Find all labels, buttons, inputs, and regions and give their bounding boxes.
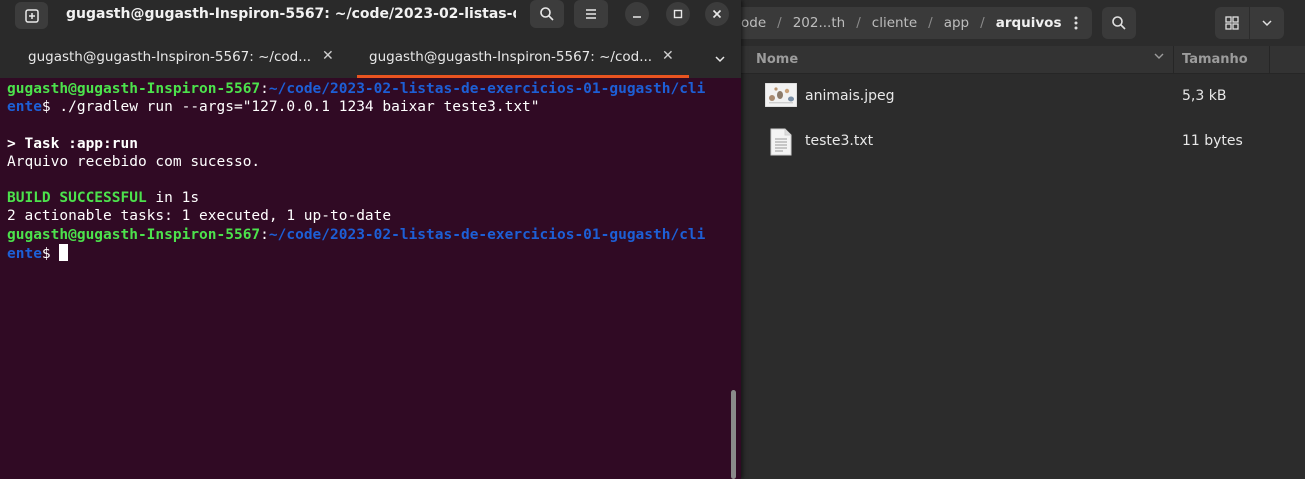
breadcrumb-separator: / bbox=[980, 15, 985, 31]
image-thumbnail-icon bbox=[764, 82, 798, 111]
text-file-icon bbox=[769, 127, 793, 161]
kebab-menu-icon bbox=[1074, 16, 1078, 30]
file-row-teste3-txt[interactable]: teste3.txt 11 bytes bbox=[741, 119, 1305, 164]
build-time: in 1s bbox=[146, 190, 200, 207]
terminal-tab-2-active[interactable]: gugasth@gugasth-Inspiron-5567: ~/cod... … bbox=[357, 40, 689, 78]
terminal-output[interactable]: gugasth@gugasth-Inspiron-5567:~/code/202… bbox=[7, 80, 735, 475]
prompt-path: ente bbox=[7, 99, 42, 116]
tab-close-icon[interactable]: ✕ bbox=[662, 48, 674, 64]
breadcrumb-separator: / bbox=[777, 15, 782, 31]
terminal-line: ente$ ./gradlew run --args="127.0.0.1 12… bbox=[7, 98, 735, 116]
terminal-line: gugasth@gugasth-Inspiron-5567:~/code/202… bbox=[7, 226, 735, 244]
view-toggle-button[interactable] bbox=[1215, 7, 1249, 39]
tabs-dropdown-button[interactable] bbox=[708, 47, 732, 71]
breadcrumb-item[interactable]: 202...th bbox=[789, 15, 850, 31]
desktop: gugasth@gugasth-Inspiron-5567: ~/code/20… bbox=[0, 0, 1305, 479]
path-menu-button[interactable] bbox=[1063, 7, 1089, 39]
tab-label: gugasth@gugasth-Inspiron-5567: ~/cod... bbox=[369, 49, 653, 65]
terminal-window-title: gugasth@gugasth-Inspiron-5567: ~/code/20… bbox=[66, 6, 516, 22]
terminal-menu-button[interactable] bbox=[574, 0, 608, 28]
breadcrumb-item[interactable]: cliente bbox=[868, 15, 921, 31]
terminal-line: ente$ bbox=[7, 243, 735, 262]
terminal-tab-1[interactable]: gugasth@gugasth-Inspiron-5567: ~/cod... … bbox=[0, 40, 350, 76]
terminal-line: > Task :app:run bbox=[7, 135, 138, 152]
new-tab-icon bbox=[24, 8, 39, 23]
breadcrumb-separator: / bbox=[856, 15, 861, 31]
build-status: BUILD SUCCESSFUL bbox=[7, 190, 147, 207]
maximize-icon bbox=[673, 9, 683, 19]
terminal-line: 2 actionable tasks: 1 executed, 1 up-to-… bbox=[7, 208, 392, 225]
file-manager-header: ode / 202...th / cliente / app / arquivo… bbox=[741, 0, 1305, 46]
breadcrumb-item[interactable]: ode bbox=[741, 15, 770, 31]
close-icon bbox=[712, 9, 722, 19]
tab-close-icon[interactable]: ✕ bbox=[322, 48, 334, 64]
grid-view-icon bbox=[1225, 16, 1239, 30]
command-text: $ ./gradlew run --args="127.0.0.1 1234 b… bbox=[41, 99, 540, 116]
prompt-colon: : bbox=[260, 226, 269, 243]
file-size: 5,3 kB bbox=[1182, 88, 1227, 104]
terminal-line: gugasth@gugasth-Inspiron-5567:~/code/202… bbox=[7, 80, 735, 98]
file-name: teste3.txt bbox=[805, 133, 874, 149]
new-tab-button[interactable] bbox=[15, 2, 48, 29]
column-header-name[interactable]: Nome bbox=[756, 52, 798, 67]
file-list: animais.jpeg 5,3 kB teste3.txt 11 bytes bbox=[741, 74, 1305, 164]
prompt-user: gugasth@gugasth-Inspiron-5567 bbox=[7, 226, 261, 243]
hamburger-menu-icon bbox=[586, 9, 596, 19]
file-size: 11 bytes bbox=[1182, 133, 1243, 149]
terminal-line: BUILD SUCCESSFUL in 1s bbox=[7, 189, 735, 207]
file-row-animais-jpeg[interactable]: animais.jpeg 5,3 kB bbox=[741, 74, 1305, 119]
prompt-path: ente bbox=[7, 245, 42, 262]
file-name: animais.jpeg bbox=[805, 88, 895, 104]
terminal-header-bar: gugasth@gugasth-Inspiron-5567: ~/code/20… bbox=[0, 0, 741, 40]
breadcrumb-item[interactable]: app bbox=[940, 15, 973, 31]
prompt-user: gugasth@gugasth-Inspiron-5567 bbox=[7, 81, 261, 97]
search-icon bbox=[1112, 16, 1126, 30]
terminal-window: gugasth@gugasth-Inspiron-5567: ~/code/20… bbox=[0, 0, 741, 479]
prompt-path: ~/code/2023-02-listas-de-exercicios-01-g… bbox=[268, 81, 706, 97]
terminal-line: Arquivo recebido com sucesso. bbox=[7, 153, 261, 170]
view-options-button[interactable] bbox=[1250, 7, 1284, 39]
file-manager-window: ode / 202...th / cliente / app / arquivo… bbox=[741, 0, 1305, 479]
search-icon bbox=[540, 7, 554, 21]
maximize-button[interactable] bbox=[666, 2, 690, 26]
tab-label: gugasth@gugasth-Inspiron-5567: ~/cod... bbox=[28, 49, 312, 65]
breadcrumb-current[interactable]: arquivos bbox=[992, 15, 1066, 31]
text-cursor bbox=[59, 243, 69, 261]
minimize-icon bbox=[633, 16, 641, 18]
terminal-tab-bar: gugasth@gugasth-Inspiron-5567: ~/cod... … bbox=[0, 40, 741, 78]
column-header-row: Nome Tamanho bbox=[741, 46, 1305, 74]
minimize-button[interactable] bbox=[625, 2, 649, 26]
sort-chevron-icon[interactable] bbox=[1153, 50, 1165, 66]
prompt-symbol: $ bbox=[41, 245, 60, 262]
close-window-button[interactable] bbox=[705, 2, 729, 26]
prompt-path: ~/code/2023-02-listas-de-exercicios-01-g… bbox=[268, 226, 706, 243]
prompt-colon: : bbox=[260, 81, 269, 97]
files-search-button[interactable] bbox=[1102, 7, 1136, 39]
column-divider[interactable] bbox=[1269, 46, 1270, 73]
breadcrumb-separator: / bbox=[928, 15, 933, 31]
column-header-size[interactable]: Tamanho bbox=[1182, 52, 1248, 67]
column-divider[interactable] bbox=[1173, 46, 1174, 73]
breadcrumb: ode / 202...th / cliente / app / arquivo… bbox=[741, 7, 1092, 39]
terminal-scrollbar[interactable] bbox=[731, 390, 736, 479]
chevron-down-icon bbox=[715, 56, 725, 63]
terminal-search-button[interactable] bbox=[530, 0, 564, 28]
chevron-down-icon bbox=[1262, 20, 1272, 27]
